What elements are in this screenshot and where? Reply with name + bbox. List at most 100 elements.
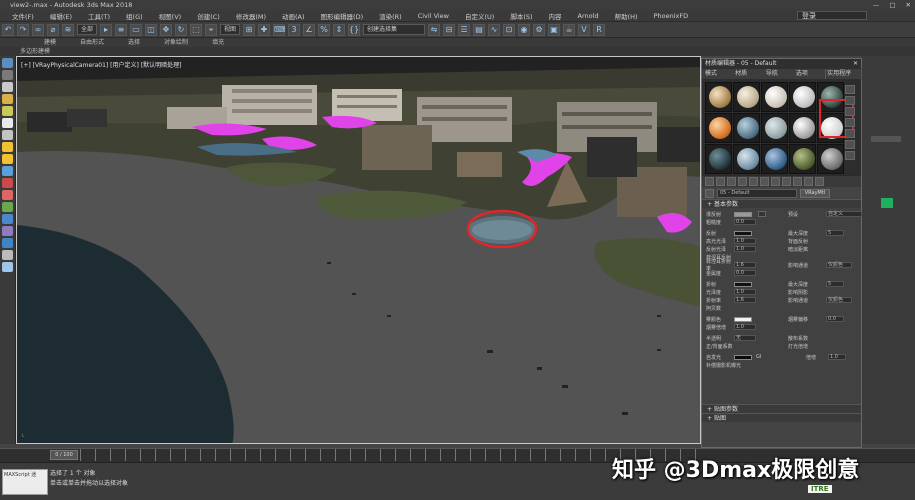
- vray-plane-icon[interactable]: [2, 202, 13, 212]
- material-editor-icon[interactable]: ◉: [518, 23, 531, 36]
- light-icon[interactable]: [2, 94, 13, 104]
- options-icon[interactable]: [845, 151, 855, 160]
- sample-slot[interactable]: [761, 144, 788, 174]
- sample-slot[interactable]: [789, 113, 816, 143]
- material-type-button[interactable]: VRayMtl: [800, 188, 830, 198]
- affect-channels-dropdown[interactable]: 仅颜色: [826, 262, 852, 268]
- menu-civil-view[interactable]: Civil View: [410, 12, 457, 20]
- background-icon[interactable]: [845, 107, 855, 116]
- shapes-icon[interactable]: [2, 70, 13, 80]
- menu-create[interactable]: 创建(C): [189, 11, 228, 21]
- spacewarp-icon[interactable]: [2, 130, 13, 140]
- sample-slot[interactable]: [789, 144, 816, 174]
- backlight-icon[interactable]: [845, 96, 855, 105]
- me-menu-material[interactable]: 材质(M): [735, 69, 757, 87]
- mirror-icon[interactable]: ⇋: [428, 23, 441, 36]
- command-panel-tab[interactable]: [871, 136, 901, 142]
- unlink-icon[interactable]: ⌀: [47, 23, 59, 36]
- rollout-basic-params[interactable]: + 基本参数: [702, 199, 861, 208]
- link-icon[interactable]: ∞: [32, 23, 44, 36]
- preset-dropdown[interactable]: 自定义: [826, 211, 862, 217]
- pick-material-icon[interactable]: [705, 188, 714, 198]
- gi-checkbox[interactable]: GI: [756, 354, 761, 360]
- rollout-maps[interactable]: + 贴图: [702, 413, 861, 422]
- vray-light-icon[interactable]: [2, 166, 13, 176]
- get-material-icon[interactable]: [705, 177, 714, 186]
- menu-arnold[interactable]: Arnold: [570, 12, 607, 20]
- geometry-icon[interactable]: [2, 82, 13, 92]
- video-check-icon[interactable]: [845, 129, 855, 138]
- go-to-parent-icon[interactable]: [804, 177, 813, 186]
- assign-to-selection-icon[interactable]: [727, 177, 736, 186]
- utility-icon[interactable]: [2, 262, 13, 272]
- menu-modifiers[interactable]: 修改器(M): [228, 11, 274, 21]
- helper-icon[interactable]: [2, 118, 13, 128]
- sample-slot[interactable]: [705, 113, 732, 143]
- sample-slot[interactable]: [733, 113, 760, 143]
- reset-map-icon[interactable]: [738, 177, 747, 186]
- vray-clipper-icon[interactable]: [2, 226, 13, 236]
- angle-snap-icon[interactable]: ∠: [303, 23, 316, 36]
- snap-3d-icon[interactable]: 3: [288, 23, 301, 36]
- menu-tools[interactable]: 工具(T): [80, 11, 118, 21]
- create-icon[interactable]: [2, 58, 13, 68]
- keyboard-shortcut-icon[interactable]: ⌨: [273, 23, 286, 36]
- perspective-viewport[interactable]: [+] [VRayPhysicalCamera01] [用户定义] [默认明暗处…: [16, 56, 701, 444]
- align-icon[interactable]: ⊟: [443, 23, 456, 36]
- maximize-icon[interactable]: □: [889, 0, 895, 10]
- rollout-bump[interactable]: + 贴图参数: [702, 404, 861, 413]
- percent-snap-icon[interactable]: %: [318, 23, 331, 36]
- menu-content[interactable]: 内容: [541, 11, 570, 21]
- menu-scripting[interactable]: 脚本(S): [502, 11, 540, 21]
- make-unique-icon[interactable]: [749, 177, 758, 186]
- fog-color-swatch[interactable]: [734, 316, 752, 322]
- render-icon[interactable]: ☕: [563, 23, 576, 36]
- schematic-view-icon[interactable]: ⊡: [503, 23, 516, 36]
- sample-slot[interactable]: [733, 144, 760, 174]
- ior-spinner[interactable]: 1.6: [734, 297, 756, 303]
- close-icon[interactable]: ✕: [906, 0, 911, 10]
- refl-gloss-spinner[interactable]: 1.0: [734, 246, 756, 252]
- menu-phoenixfd[interactable]: PhoenixFD: [646, 12, 697, 20]
- tab-modeling[interactable]: 建模: [32, 38, 68, 47]
- fresnel-ior-spinner[interactable]: 1.6: [734, 262, 756, 268]
- abbe-checkbox[interactable]: 阿贝数: [706, 305, 734, 312]
- move-icon[interactable]: ✥: [160, 23, 173, 36]
- maxscript-listener[interactable]: MAXScript 迷: [2, 469, 48, 495]
- sample-slot[interactable]: [817, 144, 844, 174]
- curve-editor-icon[interactable]: ∿: [488, 23, 501, 36]
- tab-freeform[interactable]: 自由形式: [68, 38, 116, 47]
- rendered-frame-icon[interactable]: ▣: [548, 23, 561, 36]
- material-editor-title-bar[interactable]: 材质编辑器 - 05 - Default ✕: [702, 59, 861, 69]
- vray-render-icon[interactable]: R: [593, 23, 606, 36]
- tab-object-paint[interactable]: 对象绘制: [152, 38, 200, 47]
- render-setup-icon[interactable]: ⚙: [533, 23, 546, 36]
- timeline-ruler[interactable]: [80, 449, 700, 461]
- me-menu-mode[interactable]: 模式(D): [705, 69, 726, 87]
- uv-tiling-icon[interactable]: [845, 118, 855, 127]
- daylight-icon[interactable]: [2, 154, 13, 164]
- vray-sphere-icon[interactable]: [2, 214, 13, 224]
- phoenix-icon[interactable]: [2, 238, 13, 248]
- vray-fur-icon[interactable]: [2, 190, 13, 200]
- tab-selection[interactable]: 选择: [116, 38, 152, 47]
- login-dropdown[interactable]: 登录: [797, 11, 867, 20]
- refract-affect-channels-dropdown[interactable]: 仅颜色: [826, 297, 852, 303]
- sample-slot[interactable]: [789, 82, 816, 112]
- refract-max-depth-spinner[interactable]: 5: [826, 281, 844, 287]
- multiplier-spinner[interactable]: 1.0: [828, 354, 846, 360]
- menu-animation[interactable]: 动画(A): [274, 11, 313, 21]
- back-side-checkbox[interactable]: 背面反射: [788, 238, 808, 245]
- diffuse-color-swatch[interactable]: [734, 211, 752, 217]
- frame-counter[interactable]: 0 / 100: [50, 450, 78, 460]
- tab-populate[interactable]: 填充: [200, 38, 236, 47]
- fog-bias-spinner[interactable]: 0.0: [826, 316, 844, 322]
- show-end-result-icon[interactable]: [793, 177, 802, 186]
- go-forward-icon[interactable]: [815, 177, 824, 186]
- manipulate-icon[interactable]: ✚: [258, 23, 271, 36]
- color-swatch[interactable]: [881, 198, 893, 208]
- vray-frame-buffer-icon[interactable]: V: [578, 23, 591, 36]
- refract-color-swatch[interactable]: [734, 281, 752, 287]
- reflect-color-swatch[interactable]: [734, 230, 752, 236]
- scale-icon[interactable]: ⬚: [190, 23, 203, 36]
